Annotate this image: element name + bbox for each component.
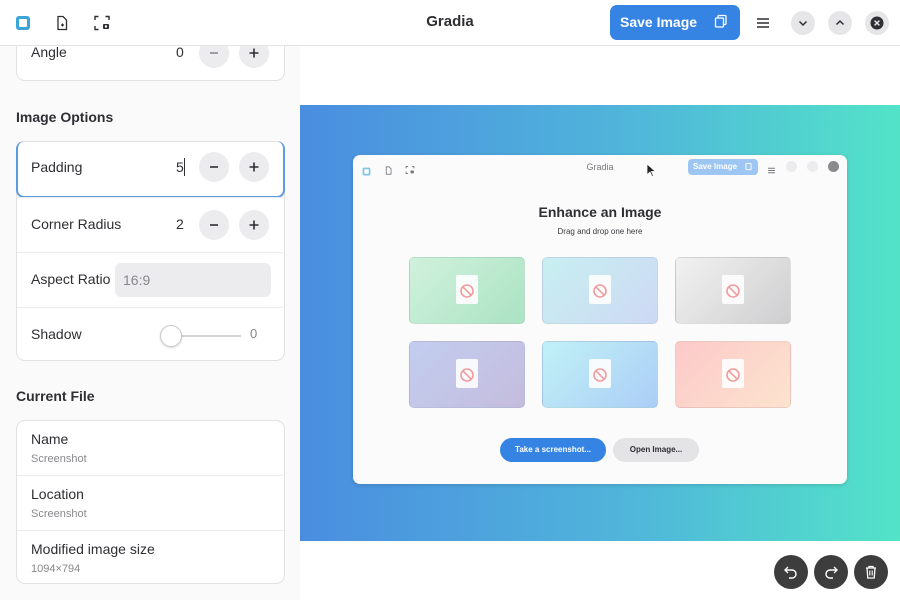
no-image-icon — [593, 284, 607, 298]
aspect-ratio-row: Aspect Ratio 16:9 — [17, 252, 284, 307]
preview-maximize-icon — [807, 161, 818, 172]
file-location-label: Location — [31, 486, 84, 502]
preview-tile — [542, 257, 658, 324]
mouse-cursor-icon — [646, 163, 656, 177]
angle-increase-button[interactable] — [239, 46, 269, 68]
current-file-card: Name Screenshot Location Screenshot Modi… — [16, 420, 285, 584]
angle-card: Angle 0 — [16, 46, 285, 81]
padding-decrease-button[interactable] — [199, 152, 229, 182]
minimize-icon[interactable] — [791, 11, 815, 35]
aspect-ratio-label: Aspect Ratio — [31, 271, 111, 287]
screenshot-icon[interactable] — [88, 9, 116, 37]
preview-save-button: Save Image — [688, 159, 758, 175]
current-file-title: Current File — [16, 388, 95, 404]
file-name-label: Name — [31, 431, 69, 447]
file-location-value: Screenshot — [31, 508, 87, 520]
gradient-background: Gradia Save Image Enhance an Image Drag … — [300, 105, 900, 541]
preview-tile — [675, 257, 791, 324]
sidebar: Angle 0 Image Options Padding 5 Corner R… — [0, 46, 300, 600]
image-options-card: Padding 5 Corner Radius 2 Aspect Ratio 1… — [16, 141, 285, 361]
preview-tile — [675, 341, 791, 408]
redo-button[interactable] — [814, 555, 848, 589]
preview-canvas: Gradia Save Image Enhance an Image Drag … — [300, 46, 900, 600]
corner-radius-row: Corner Radius 2 — [17, 197, 284, 252]
padding-row[interactable]: Padding 5 — [16, 141, 285, 198]
main-menu-icon[interactable] — [749, 9, 777, 37]
no-image-icon — [460, 368, 474, 382]
corner-radius-increase-button[interactable] — [239, 210, 269, 240]
padding-increase-button[interactable] — [239, 152, 269, 182]
image-size-row: Modified image size 1094×794 — [17, 530, 284, 585]
corner-radius-decrease-button[interactable] — [199, 210, 229, 240]
no-image-icon — [460, 284, 474, 298]
aspect-ratio-input[interactable]: 16:9 — [115, 263, 271, 297]
padding-label: Padding — [31, 159, 83, 175]
sidebar-toggle-icon[interactable] — [9, 9, 37, 37]
image-size-value: 1094×794 — [31, 563, 81, 575]
undo-button[interactable] — [774, 555, 808, 589]
preview-subheading: Drag and drop one here — [557, 227, 643, 236]
angle-decrease-button[interactable] — [199, 46, 229, 68]
maximize-icon[interactable] — [828, 11, 852, 35]
file-name-value: Screenshot — [31, 453, 87, 465]
close-icon[interactable] — [865, 11, 889, 35]
preview-screenshot-button: Take a screenshot... — [500, 438, 606, 462]
file-name-row: Name Screenshot — [17, 421, 284, 476]
preview-heading: Enhance an Image — [538, 204, 662, 220]
shadow-row: Shadow 0 — [17, 307, 284, 362]
image-size-label: Modified image size — [31, 541, 155, 557]
save-image-label: Save Image — [620, 14, 698, 30]
shadow-label: Shadow — [31, 326, 82, 342]
shadow-value: 0 — [250, 326, 258, 341]
angle-value[interactable]: 0 — [176, 46, 200, 60]
delete-button[interactable] — [854, 555, 888, 589]
preview-open-button: Open Image... — [613, 438, 699, 462]
open-file-icon[interactable] — [48, 9, 76, 37]
no-image-icon — [726, 368, 740, 382]
corner-radius-label: Corner Radius — [31, 216, 122, 232]
preview-image: Gradia Save Image Enhance an Image Drag … — [353, 155, 847, 484]
shadow-slider-handle[interactable] — [160, 325, 182, 347]
preview-minimize-icon — [786, 161, 797, 172]
copy-icon[interactable] — [714, 14, 728, 33]
file-location-row: Location Screenshot — [17, 475, 284, 530]
header-bar: Gradia Save Image — [0, 0, 900, 46]
preview-tile — [542, 341, 658, 408]
corner-radius-input[interactable]: 2 — [176, 216, 200, 232]
preview-tile — [409, 257, 525, 324]
preview-menu-icon — [767, 162, 776, 180]
preview-close-icon — [828, 161, 839, 172]
preview-save-label: Save Image — [693, 162, 738, 171]
save-image-button[interactable]: Save Image — [610, 5, 740, 40]
angle-row: Angle 0 — [17, 46, 284, 81]
no-image-icon — [726, 284, 740, 298]
image-options-title: Image Options — [16, 109, 114, 125]
preview-tile — [409, 341, 525, 408]
padding-input[interactable]: 5 — [176, 159, 200, 175]
text-cursor — [184, 158, 185, 176]
angle-label: Angle — [31, 46, 67, 60]
preview-copy-icon — [744, 162, 753, 173]
no-image-icon — [593, 368, 607, 382]
